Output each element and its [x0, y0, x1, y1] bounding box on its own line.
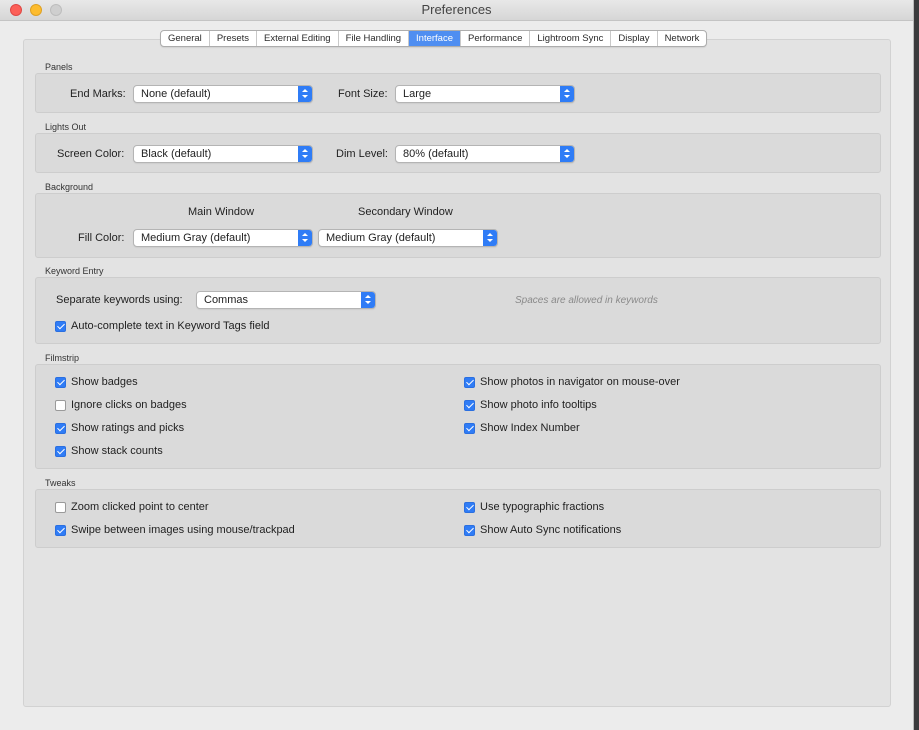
select-arrows-icon	[560, 146, 574, 162]
tab-network[interactable]: Network	[658, 31, 707, 46]
select-arrows-icon	[560, 86, 574, 102]
dim-level-label: Dim Level:	[336, 148, 388, 160]
show-badges-label: Show badges	[71, 376, 138, 388]
show-index-number-label: Show Index Number	[480, 422, 580, 434]
screen-color-value: Black (default)	[141, 148, 212, 160]
auto-sync-notifications-checkbox[interactable]	[464, 524, 475, 536]
show-stack-counts-row[interactable]: Show stack counts	[55, 444, 163, 458]
tab-bar: General Presets External Editing File Ha…	[160, 30, 708, 47]
font-size-value: Large	[403, 88, 432, 100]
background-heading: Background	[45, 182, 94, 192]
tab-general[interactable]: General	[161, 31, 210, 46]
secondary-fill-color-value: Medium Gray (default)	[326, 232, 436, 244]
select-arrows-icon	[361, 292, 375, 308]
typographic-fractions-checkbox[interactable]	[464, 501, 475, 513]
filmstrip-heading: Filmstrip	[45, 353, 79, 363]
show-tooltips-label: Show photo info tooltips	[480, 399, 597, 411]
dim-level-value: 80% (default)	[403, 148, 469, 160]
panels-heading: Panels	[45, 62, 73, 72]
secondary-fill-color-select[interactable]: Medium Gray (default)	[318, 229, 498, 247]
select-arrows-icon	[298, 86, 312, 102]
select-arrows-icon	[483, 230, 497, 246]
window-title: Preferences	[421, 2, 492, 17]
autocomplete-checkbox[interactable]	[55, 320, 66, 332]
show-index-number-row[interactable]: Show Index Number	[464, 421, 580, 435]
font-size-label: Font Size:	[338, 88, 388, 100]
ignore-clicks-label: Ignore clicks on badges	[71, 399, 187, 411]
separate-keywords-label: Separate keywords using:	[56, 294, 183, 306]
swipe-images-row[interactable]: Swipe between images using mouse/trackpa…	[55, 523, 295, 537]
main-window-label: Main Window	[188, 206, 255, 218]
show-navigator-row[interactable]: Show photos in navigator on mouse-over	[464, 375, 680, 389]
typographic-fractions-row[interactable]: Use typographic fractions	[464, 500, 604, 514]
show-ratings-checkbox[interactable]	[55, 422, 66, 434]
screen-color-label: Screen Color:	[57, 148, 125, 160]
preferences-window: Preferences General Presets External Edi…	[0, 0, 914, 730]
title-bar[interactable]: Preferences	[0, 0, 913, 21]
secondary-window-label: Secondary Window	[358, 206, 453, 218]
keyword-entry-heading: Keyword Entry	[45, 266, 104, 276]
background-group	[35, 193, 881, 258]
keywords-hint: Spaces are allowed in keywords	[515, 295, 658, 306]
show-tooltips-row[interactable]: Show photo info tooltips	[464, 398, 597, 412]
show-badges-row[interactable]: Show badges	[55, 375, 138, 389]
tab-interface[interactable]: Interface	[409, 31, 461, 46]
tab-performance[interactable]: Performance	[461, 31, 531, 46]
end-marks-select[interactable]: None (default)	[133, 85, 313, 103]
main-fill-color-select[interactable]: Medium Gray (default)	[133, 229, 313, 247]
zoom-center-row[interactable]: Zoom clicked point to center	[55, 500, 209, 514]
show-index-number-checkbox[interactable]	[464, 422, 475, 434]
main-fill-color-value: Medium Gray (default)	[141, 232, 251, 244]
fill-color-label: Fill Color:	[78, 232, 125, 244]
auto-sync-notifications-row[interactable]: Show Auto Sync notifications	[464, 523, 621, 537]
separate-keywords-select[interactable]: Commas	[196, 291, 376, 309]
show-ratings-label: Show ratings and picks	[71, 422, 185, 434]
tweaks-group	[35, 489, 881, 548]
tab-lightroom-sync[interactable]: Lightroom Sync	[530, 31, 612, 46]
tab-presets[interactable]: Presets	[210, 31, 258, 46]
show-stack-counts-checkbox[interactable]	[55, 445, 66, 457]
ignore-clicks-row[interactable]: Ignore clicks on badges	[55, 398, 187, 412]
font-size-select[interactable]: Large	[395, 85, 575, 103]
tab-external-editing[interactable]: External Editing	[257, 31, 339, 46]
tab-file-handling[interactable]: File Handling	[339, 31, 410, 46]
swipe-images-checkbox[interactable]	[55, 524, 66, 536]
screen-color-select[interactable]: Black (default)	[133, 145, 313, 163]
zoom-center-label: Zoom clicked point to center	[71, 501, 209, 513]
tab-display[interactable]: Display	[611, 31, 658, 46]
show-navigator-checkbox[interactable]	[464, 376, 475, 388]
lights-out-heading: Lights Out	[45, 122, 87, 132]
show-tooltips-checkbox[interactable]	[464, 399, 475, 411]
autocomplete-checkbox-row[interactable]: Auto-complete text in Keyword Tags field	[55, 319, 270, 333]
auto-sync-notifications-label: Show Auto Sync notifications	[480, 524, 622, 536]
select-arrows-icon	[298, 146, 312, 162]
show-ratings-row[interactable]: Show ratings and picks	[55, 421, 184, 435]
ignore-clicks-checkbox[interactable]	[55, 399, 66, 411]
end-marks-value: None (default)	[141, 88, 211, 100]
swipe-images-label: Swipe between images using mouse/trackpa…	[71, 524, 295, 536]
dim-level-select[interactable]: 80% (default)	[395, 145, 575, 163]
tweaks-heading: Tweaks	[45, 478, 76, 488]
show-navigator-label: Show photos in navigator on mouse-over	[480, 376, 680, 388]
separate-keywords-value: Commas	[204, 294, 249, 306]
end-marks-label: End Marks:	[70, 88, 126, 100]
show-badges-checkbox[interactable]	[55, 376, 66, 388]
select-arrows-icon	[298, 230, 312, 246]
zoom-center-checkbox[interactable]	[55, 501, 66, 513]
typographic-fractions-label: Use typographic fractions	[480, 501, 605, 513]
autocomplete-label: Auto-complete text in Keyword Tags field	[71, 320, 270, 332]
keyword-entry-group	[35, 277, 881, 344]
show-stack-counts-label: Show stack counts	[71, 445, 163, 457]
